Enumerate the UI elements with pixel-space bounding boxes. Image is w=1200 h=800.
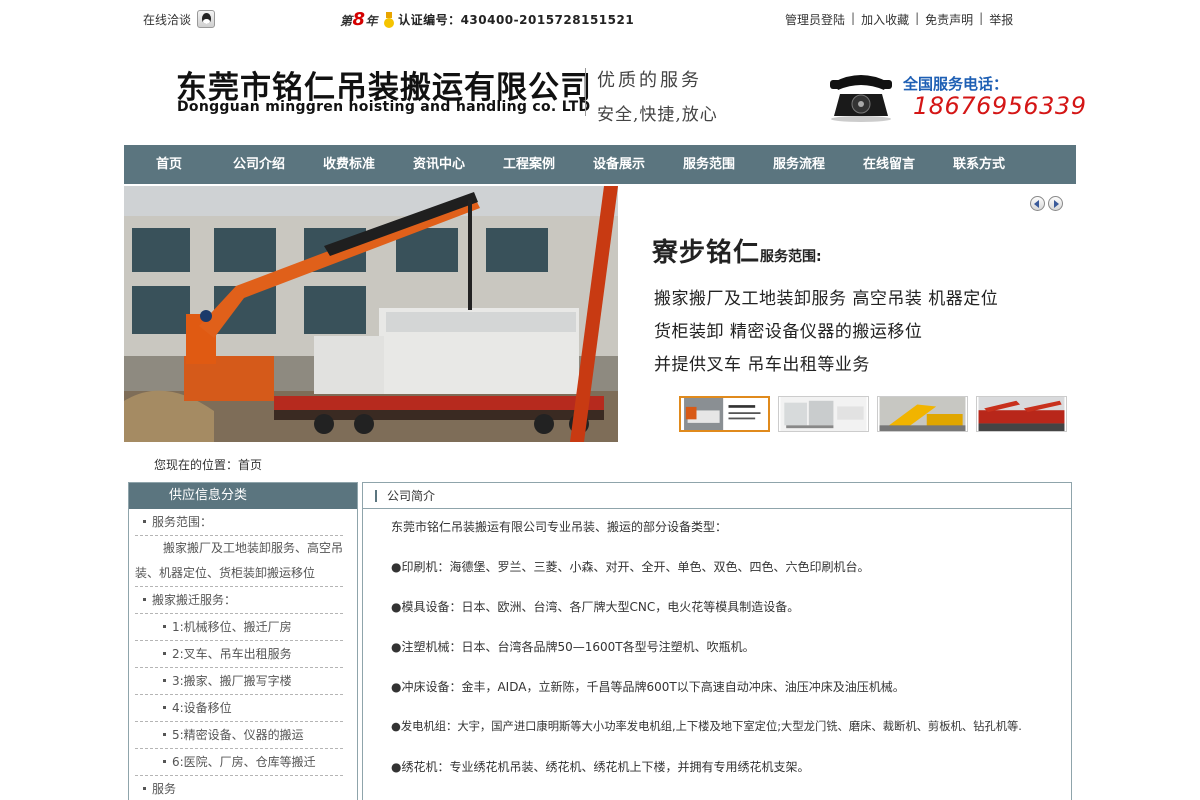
intro-paragraph: ●模具设备：日本、欧洲、台湾、各厂牌大型CNC，电火花等模具制造设备。 — [391, 600, 800, 614]
banner-title: 寮步铭仁服务范围: — [652, 232, 822, 269]
intro-paragraph: ●绣花机：专业绣花机吊装、绣花机、绣花机上下楼，并拥有专用绣花机支架。 — [391, 760, 810, 774]
nav-equipment[interactable]: 设备展示 — [574, 145, 664, 184]
online-chat-label[interactable]: 在线洽谈 — [143, 11, 191, 28]
main-nav: 首页 公司介绍 收费标准 资讯中心 工程案例 设备展示 服务范围 服务流程 在线… — [124, 145, 1076, 184]
sidebar-title: 供应信息分类 — [129, 483, 357, 509]
top-links: 管理员登陆 | 加入收藏 | 免责声明 | 举报 — [785, 11, 1013, 28]
breadcrumb: 您现在的位置：首页 — [154, 458, 263, 472]
thumbnail-3[interactable] — [877, 396, 968, 432]
link-separator: | — [915, 11, 920, 25]
bullet-icon — [143, 597, 146, 601]
company-intro-panel: 公司简介 东莞市铭仁吊装搬运有限公司专业吊装、搬运的部分设备类型： ●印刷机：海… — [362, 482, 1072, 800]
intro-paragraph: ●印刷机：海德堡、罗兰、三菱、小森、对开、全开、单色、双色、四色、六色印刷机台。 — [391, 560, 870, 574]
year-suffix: 年 — [365, 14, 379, 28]
sidebar-subitem-label[interactable]: 2:叉车、吊车出租服务 — [172, 647, 292, 661]
banner-slider[interactable]: 寮步铭仁服务范围: 搬家搬厂及工地装卸服务 高空吊装 机器定位 货柜装卸 精密设… — [124, 186, 1076, 442]
admin-login-link[interactable]: 管理员登陆 — [785, 11, 845, 28]
link-separator: | — [851, 11, 856, 25]
certification-info: 第8年 认证编号：430400-2015728151521 — [340, 9, 634, 30]
nav-about[interactable]: 公司介绍 — [214, 145, 304, 184]
report-link[interactable]: 举报 — [989, 11, 1013, 28]
sidebar-category[interactable]: 服务 — [135, 776, 343, 800]
nav-home[interactable]: 首页 — [124, 145, 214, 184]
medal-icon — [384, 11, 395, 28]
slogan-quality: 优质的服务 — [597, 70, 702, 91]
online-chat[interactable]: 在线洽谈 — [143, 10, 216, 28]
bullet-icon — [143, 786, 146, 790]
company-name-en: Dongguan minggren hoisting and handling … — [177, 99, 591, 115]
banner-thumbnails — [679, 396, 1075, 432]
nav-pricing[interactable]: 收费标准 — [304, 145, 394, 184]
nav-process[interactable]: 服务流程 — [754, 145, 844, 184]
nav-contact[interactable]: 联系方式 — [934, 145, 1024, 184]
sidebar-category-label[interactable]: 服务 — [152, 782, 176, 796]
supply-category-sidebar: 供应信息分类 服务范围： 搬家搬厂及工地装卸服务、高空吊装、机器定位、货柜装卸搬… — [128, 482, 358, 800]
sidebar-list: 服务范围： 搬家搬厂及工地装卸服务、高空吊装、机器定位、货柜装卸搬运移位 搬家搬… — [129, 509, 357, 800]
thumbnail-2[interactable] — [778, 396, 869, 432]
disclaimer-link[interactable]: 免责声明 — [925, 11, 973, 28]
hotline-label: 全国服务电话： — [903, 75, 1009, 93]
bullet-icon — [163, 705, 166, 709]
bullet-icon — [163, 624, 166, 628]
intro-paragraph: ●注塑机械：日本、台湾各品牌50—1600T各型号注塑机、吹瓶机。 — [391, 640, 755, 654]
sidebar-subitem[interactable]: 6:医院、厂房、仓库等搬迁 — [135, 749, 343, 776]
sidebar-subitem[interactable]: 2:叉车、吊车出租服务 — [135, 641, 343, 668]
sidebar-subitem-label[interactable]: 3:搬家、搬厂搬写字楼 — [172, 674, 292, 688]
bullet-icon — [143, 519, 146, 523]
panel-title: 公司简介 — [387, 488, 436, 503]
sidebar-subitem-label[interactable]: 6:医院、厂房、仓库等搬迁 — [172, 755, 316, 769]
header-bar-icon — [375, 489, 377, 502]
year-badge: 第8年 — [340, 9, 378, 30]
banner-title-suffix: 服务范围: — [760, 249, 822, 265]
panel-body: 东莞市铭仁吊装搬运有限公司专业吊装、搬运的部分设备类型： ●印刷机：海德堡、罗兰… — [363, 509, 1071, 777]
hotline-number[interactable]: 18676956339 — [913, 92, 1086, 120]
intro-paragraph: ●发电机组：大宇，国产进口康明斯等大小功率发电机组,上下楼及地下室定位;大型龙门… — [391, 720, 1022, 733]
sidebar-category-desc[interactable]: 搬家搬厂及工地装卸服务、高空吊装、机器定位、货柜装卸搬运移位 — [135, 536, 343, 587]
thumbnail-1[interactable] — [679, 396, 770, 432]
nav-news[interactable]: 资讯中心 — [394, 145, 484, 184]
bullet-icon — [163, 678, 166, 682]
sidebar-subitem[interactable]: 3:搬家、搬厂搬写字楼 — [135, 668, 343, 695]
banner-line-1: 搬家搬厂及工地装卸服务 高空吊装 机器定位 — [654, 289, 999, 309]
year-number: 8 — [352, 9, 366, 30]
sidebar-category[interactable]: 服务范围： — [135, 509, 343, 536]
cert-number: 认证编号：430400-2015728151521 — [398, 13, 635, 27]
year-prefix: 第 — [340, 14, 353, 28]
site-header: 东莞市铭仁吊装搬运有限公司 Dongguan minggren hoisting… — [0, 40, 1200, 140]
header-divider — [585, 68, 586, 116]
bullet-icon — [163, 759, 166, 763]
sidebar-subitem[interactable]: 5:精密设备、仪器的搬运 — [135, 722, 343, 749]
banner-line-3: 并提供叉车 吊车出租等业务 — [654, 355, 870, 375]
bullet-icon — [163, 651, 166, 655]
sidebar-subitem-label[interactable]: 1:机械移位、搬迁厂房 — [172, 620, 292, 634]
banner-arrows — [1030, 196, 1066, 211]
prev-arrow-icon[interactable] — [1030, 196, 1045, 211]
telephone-icon — [830, 75, 892, 122]
sidebar-subitem-label[interactable]: 4:设备移位 — [172, 701, 232, 715]
banner-title-text: 寮步铭仁 — [652, 238, 761, 268]
intro-paragraph: 东莞市铭仁吊装搬运有限公司专业吊装、搬运的部分设备类型： — [391, 520, 728, 534]
nav-services[interactable]: 服务范围 — [664, 145, 754, 184]
banner-line-2: 货柜装卸 精密设备仪器的搬运移位 — [654, 322, 923, 342]
sidebar-subitem[interactable]: 4:设备移位 — [135, 695, 343, 722]
link-separator: | — [979, 11, 984, 25]
qq-icon[interactable] — [197, 10, 216, 28]
nav-cases[interactable]: 工程案例 — [484, 145, 574, 184]
sidebar-category[interactable]: 搬家搬迁服务： — [135, 587, 343, 614]
sidebar-category-label[interactable]: 搬家搬迁服务： — [152, 593, 236, 607]
intro-paragraph: ●冲床设备：金丰，AIDA，立新陈，千昌等品牌600T以下高速自动冲床、油压冲床… — [391, 680, 905, 694]
sidebar-category-label[interactable]: 服务范围： — [152, 515, 212, 529]
next-arrow-icon[interactable] — [1048, 196, 1063, 211]
sidebar-subitem[interactable]: 1:机械移位、搬迁厂房 — [135, 614, 343, 641]
add-favorite-link[interactable]: 加入收藏 — [861, 11, 909, 28]
nav-message[interactable]: 在线留言 — [844, 145, 934, 184]
panel-header: 公司简介 — [363, 483, 1071, 509]
top-bar: 在线洽谈 第8年 认证编号：430400-2015728151521 管理员登陆… — [0, 0, 1200, 38]
bullet-icon — [163, 732, 166, 736]
thumbnail-4[interactable] — [976, 396, 1067, 432]
sidebar-subitem-label[interactable]: 5:精密设备、仪器的搬运 — [172, 728, 304, 742]
slogan-safety: 安全,快捷,放心 — [597, 105, 718, 125]
